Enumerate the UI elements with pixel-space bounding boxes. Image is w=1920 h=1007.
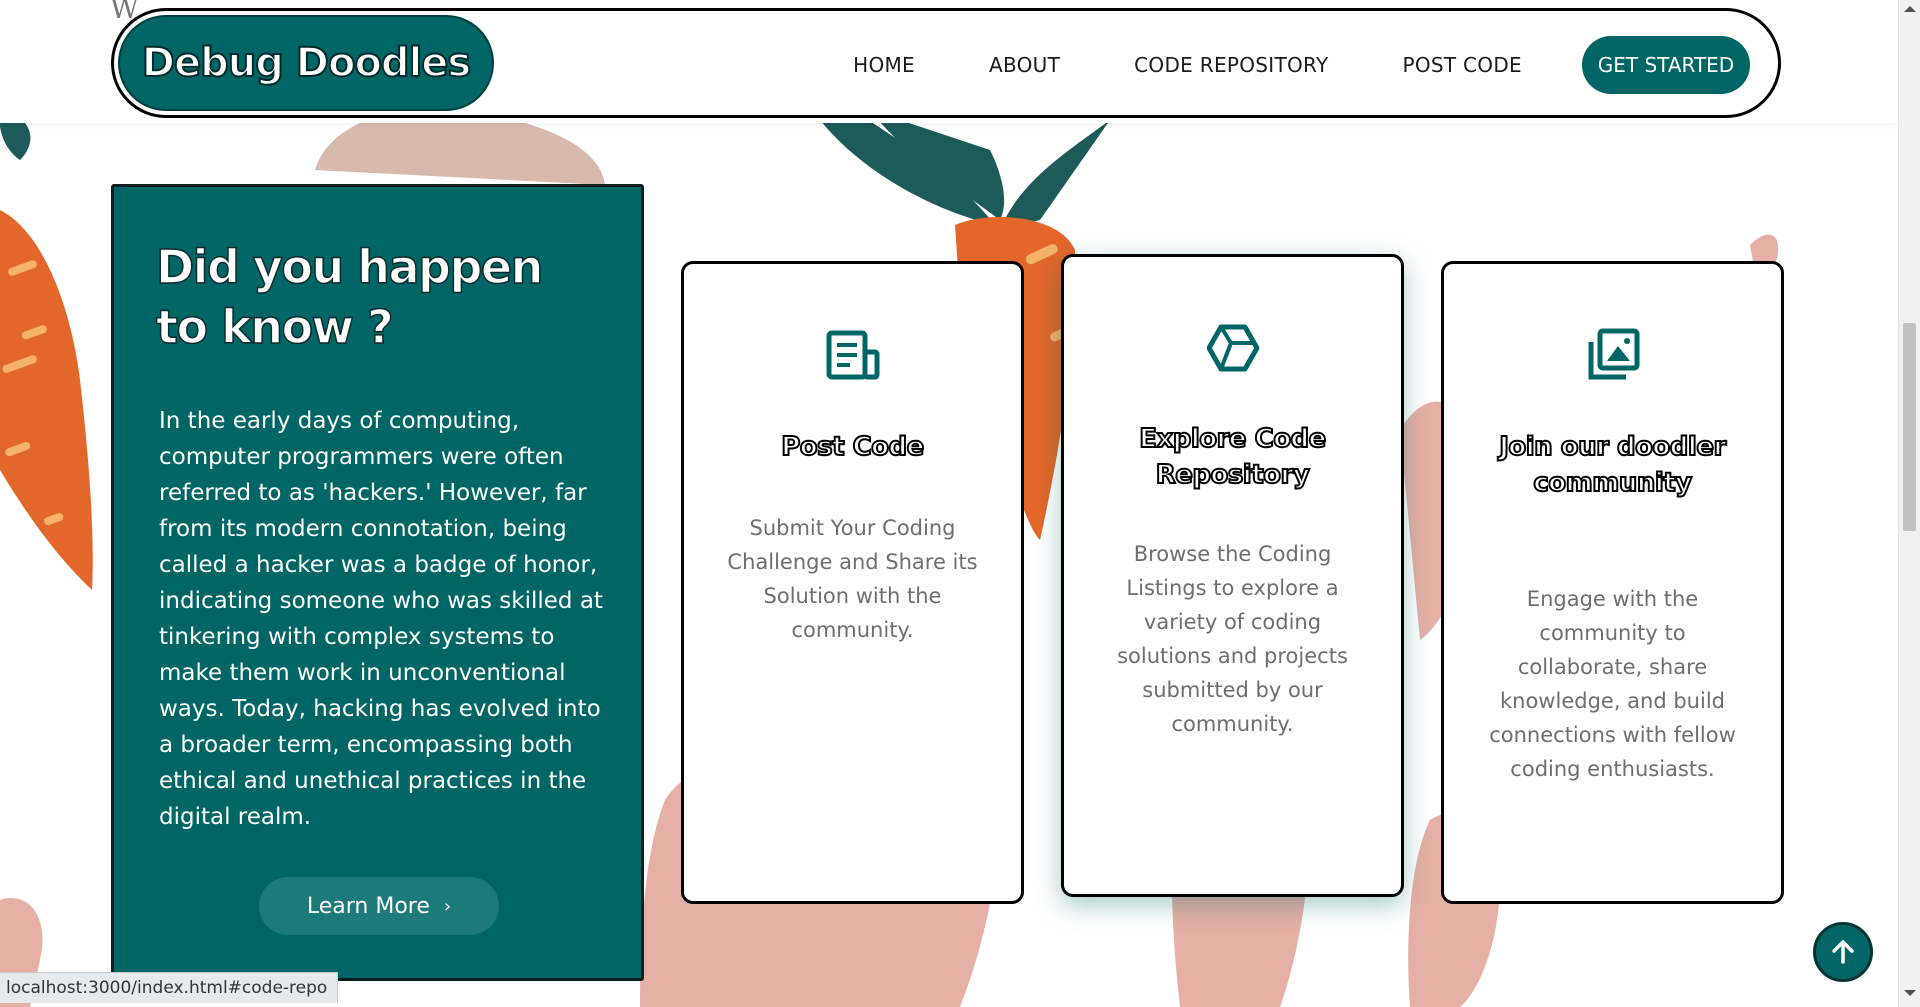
- post-code-card[interactable]: Post Code Submit Your Coding Challenge a…: [681, 261, 1024, 904]
- nav-about-link[interactable]: ABOUT: [989, 53, 1060, 77]
- fact-title: Did you happen to know ?: [155, 239, 544, 355]
- scrollbar-thumb[interactable]: [1903, 323, 1916, 531]
- arrow-up-icon: [1832, 940, 1854, 964]
- join-community-card[interactable]: Join our doodler community Engage with t…: [1441, 261, 1784, 904]
- carrot-leaf-shape: [1000, 120, 1110, 230]
- card-title: Explore Code Repository: [1138, 423, 1327, 491]
- vertical-scrollbar[interactable]: [1898, 0, 1920, 1007]
- chevron-right-icon: ›: [443, 895, 452, 917]
- learn-more-label: Learn More: [306, 893, 430, 919]
- logo-text: Debug Doodles: [141, 39, 472, 87]
- card-description: Submit Your Coding Challenge and Share i…: [727, 516, 978, 642]
- card-description: Browse the Coding Listings to explore a …: [1117, 542, 1348, 736]
- scroll-up-arrow-icon[interactable]: [1904, 6, 1916, 12]
- hexagon-box-icon: [1064, 324, 1401, 372]
- nav-home-link[interactable]: HOME: [853, 53, 915, 77]
- card-title: Join our doodler community: [1498, 431, 1727, 499]
- scroll-to-top-button[interactable]: [1813, 922, 1873, 982]
- nav-post-code-link[interactable]: POST CODE: [1402, 53, 1522, 77]
- learn-more-button[interactable]: Learn More ›: [259, 877, 499, 935]
- navbar: Debug Doodles HOME ABOUT CODE REPOSITORY…: [111, 8, 1781, 118]
- card-title: Post Code: [780, 431, 925, 463]
- nav-code-repository-link[interactable]: CODE REPOSITORY: [1134, 53, 1328, 77]
- fact-panel: Did you happen to know ? In the early da…: [111, 184, 644, 981]
- get-started-button[interactable]: GET STARTED: [1582, 36, 1750, 94]
- scroll-down-arrow-icon[interactable]: [1904, 990, 1916, 996]
- document-icon: [684, 330, 1021, 380]
- card-description: Engage with the community to collaborate…: [1489, 587, 1736, 781]
- nav-links: HOME ABOUT CODE REPOSITORY POST CODE GET…: [853, 36, 1750, 94]
- explore-code-repository-card[interactable]: Explore Code Repository Browse the Codin…: [1061, 254, 1404, 897]
- image-gallery-icon: [1444, 328, 1781, 382]
- fact-body: In the early days of computing, computer…: [159, 408, 603, 830]
- page-viewport: W Debug Doodles HOME ABOUT CODE REPOSITO…: [0, 0, 1898, 1007]
- logo[interactable]: Debug Doodles: [118, 15, 494, 111]
- status-bar-url: localhost:3000/index.html#code-repo: [0, 972, 339, 1003]
